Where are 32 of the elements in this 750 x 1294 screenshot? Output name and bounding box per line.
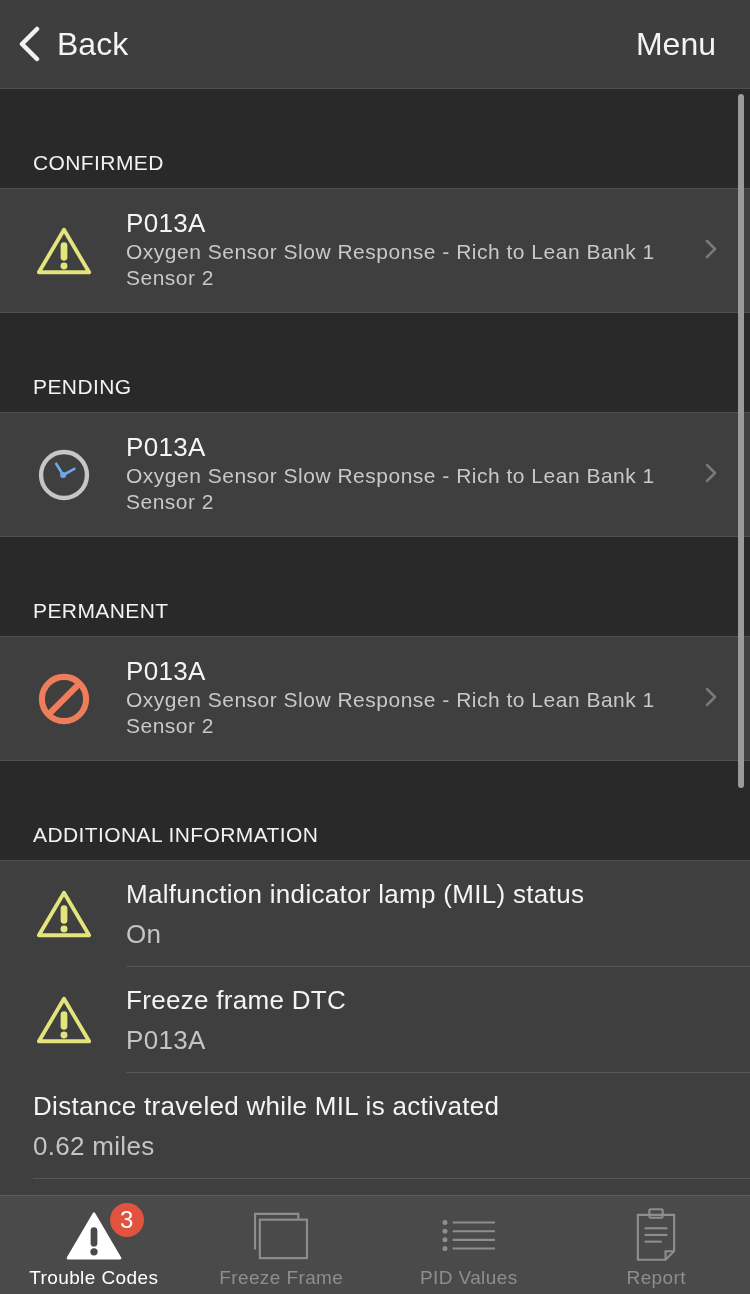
info-value: On: [126, 917, 162, 951]
tab[interactable]: 3 Trouble Codes: [0, 1196, 188, 1294]
frames-icon: [252, 1211, 311, 1261]
menu-button[interactable]: Menu: [635, 25, 716, 63]
trouble-code-row[interactable]: P013A Oxygen Sensor Slow Response - Rich to Lean Bank 1 Sensor 2: [0, 412, 750, 537]
chevron-right-icon: [705, 686, 717, 707]
count-badge: 3: [109, 1203, 144, 1237]
info-label: Malfunction indicator lamp (MIL) status: [126, 877, 585, 911]
chevron-left-icon: [18, 26, 40, 62]
clipboard-icon: [635, 1207, 678, 1261]
warning-icon: [35, 994, 93, 1046]
section-header: ADDITIONAL INFORMATION: [33, 822, 319, 847]
code-description: Oxygen Sensor Slow Response - Rich to Lean Bank 1 Sensor 2: [126, 686, 656, 739]
section-header: PENDING: [33, 374, 132, 399]
info-label: Distance traveled while MIL is activated: [33, 1089, 500, 1123]
code-description: Oxygen Sensor Slow Response - Rich to Lean Bank 1 Sensor 2: [126, 238, 656, 291]
info-value: P013A: [126, 1023, 206, 1057]
info-label: Freeze frame DTC: [126, 983, 347, 1017]
section-header: CONFIRMED: [33, 150, 164, 175]
warning-icon: [35, 888, 93, 940]
chevron-right-icon: [705, 462, 717, 483]
code-title: P013A: [126, 206, 206, 239]
warning-icon: [64, 1211, 123, 1261]
back-button[interactable]: Back: [18, 25, 129, 63]
code-title: P013A: [126, 430, 206, 463]
trouble-code-row[interactable]: P013A Oxygen Sensor Slow Response - Rich to Lean Bank 1 Sensor 2: [0, 188, 750, 313]
info-value: 0.62 miles: [33, 1129, 155, 1163]
trouble-code-row[interactable]: P013A Oxygen Sensor Slow Response - Rich to Lean Bank 1 Sensor 2: [0, 636, 750, 761]
section-header: PERMANENT: [33, 598, 169, 623]
chevron-right-icon: [705, 238, 717, 259]
code-title: P013A: [126, 654, 206, 687]
code-description: Oxygen Sensor Slow Response - Rich to Lean Bank 1 Sensor 2: [126, 462, 656, 515]
